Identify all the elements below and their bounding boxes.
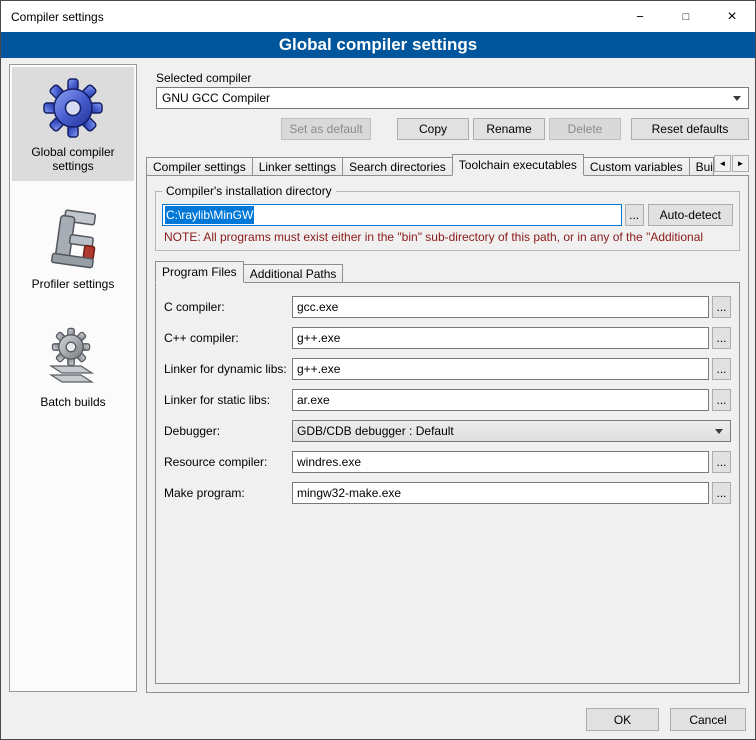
reset-defaults-button[interactable]: Reset defaults: [631, 118, 749, 140]
selected-compiler-label: Selected compiler: [156, 71, 749, 85]
main-panel: Selected compiler GNU GCC Compiler Set a…: [146, 63, 749, 693]
minimize-button[interactable]: −: [617, 1, 663, 32]
static-linker-value: ar.exe: [297, 393, 330, 407]
sidebar-item-global-compiler-settings[interactable]: Global compiler settings: [12, 67, 134, 181]
sidebar-item-profiler-settings[interactable]: Profiler settings: [12, 199, 134, 299]
tab-toolchain-executables[interactable]: Toolchain executables: [452, 154, 584, 176]
cpp-compiler-browse-button[interactable]: ...: [712, 327, 731, 349]
tab-search-directories[interactable]: Search directories: [342, 157, 453, 176]
blue-gear-icon: [41, 75, 105, 139]
make-program-input[interactable]: mingw32-make.exe: [292, 482, 709, 504]
form-row: C compiler: gcc.exe ...: [164, 296, 731, 318]
sidebar-item-label: Global compiler settings: [14, 145, 132, 173]
tab-scroll-arrows: ◄ ►: [714, 155, 749, 172]
settings-tabstrip: Compiler settings Linker settings Search…: [146, 154, 749, 176]
installation-directory-browse-button[interactable]: ...: [625, 204, 644, 226]
tab-custom-variables[interactable]: Custom variables: [583, 157, 690, 176]
minimize-icon: −: [636, 9, 644, 24]
form-row: Debugger: GDB/CDB debugger : Default: [164, 420, 731, 442]
dynamic-linker-browse-button[interactable]: ...: [712, 358, 731, 380]
installation-note: NOTE: All programs must exist either in …: [164, 230, 733, 244]
sidebar-item-label: Batch builds: [40, 395, 105, 409]
dynamic-linker-input[interactable]: g++.exe: [292, 358, 709, 380]
selected-compiler-value: GNU GCC Compiler: [162, 91, 270, 105]
page-title: Global compiler settings: [1, 32, 755, 58]
static-linker-label: Linker for static libs:: [164, 393, 292, 407]
compiler-actions: Set as default Copy Rename Delete Reset …: [156, 118, 749, 140]
settings-sidebar: Global compiler settings Profiler settin…: [9, 64, 137, 692]
auto-detect-button[interactable]: Auto-detect: [648, 204, 733, 226]
window-title: Compiler settings: [1, 1, 617, 32]
cpp-compiler-input[interactable]: g++.exe: [292, 327, 709, 349]
selected-compiler-dropdown[interactable]: GNU GCC Compiler: [156, 87, 749, 109]
close-icon: ×: [727, 8, 736, 26]
tab-program-files[interactable]: Program Files: [155, 261, 244, 283]
cpp-compiler-label: C++ compiler:: [164, 331, 292, 345]
program-files-panel: C compiler: gcc.exe ... C++ compiler: g+…: [155, 282, 740, 684]
dynamic-linker-value: g++.exe: [297, 362, 340, 376]
debugger-value: GDB/CDB debugger : Default: [297, 424, 454, 438]
tab-scroll-right-icon[interactable]: ►: [732, 155, 749, 172]
gray-gear-stack-icon: [41, 325, 105, 389]
copy-button[interactable]: Copy: [397, 118, 469, 140]
tab-build-options[interactable]: Buil: [689, 157, 714, 176]
dynamic-linker-label: Linker for dynamic libs:: [164, 362, 292, 376]
installation-directory-row: C:\raylib\MinGW ... Auto-detect: [162, 204, 733, 226]
program-files-tabstrip: Program Files Additional Paths: [155, 261, 742, 283]
make-program-value: mingw32-make.exe: [297, 486, 401, 500]
sidebar-item-label: Profiler settings: [32, 277, 115, 291]
chevron-down-icon: [733, 96, 741, 101]
installation-directory-group-title: Compiler's installation directory: [162, 184, 336, 198]
form-row: Make program: mingw32-make.exe ...: [164, 482, 731, 504]
debugger-dropdown[interactable]: GDB/CDB debugger : Default: [292, 420, 731, 442]
maximize-button[interactable]: □: [663, 1, 709, 32]
titlebar: Compiler settings − □ ×: [1, 1, 755, 32]
c-compiler-value: gcc.exe: [297, 300, 338, 314]
resource-compiler-value: windres.exe: [297, 455, 361, 469]
tab-additional-paths[interactable]: Additional Paths: [243, 264, 344, 283]
form-row: Linker for static libs: ar.exe ...: [164, 389, 731, 411]
cpp-compiler-value: g++.exe: [297, 331, 340, 345]
close-button[interactable]: ×: [709, 1, 755, 32]
chevron-down-icon: [715, 429, 723, 434]
resource-compiler-input[interactable]: windres.exe: [292, 451, 709, 473]
installation-directory-group: Compiler's installation directory C:\ray…: [155, 191, 740, 251]
installation-directory-value: C:\raylib\MinGW: [165, 206, 254, 224]
c-compiler-input[interactable]: gcc.exe: [292, 296, 709, 318]
form-row: C++ compiler: g++.exe ...: [164, 327, 731, 349]
toolchain-executables-panel: Compiler's installation directory C:\ray…: [146, 175, 749, 693]
ok-button[interactable]: OK: [586, 708, 659, 731]
static-linker-browse-button[interactable]: ...: [712, 389, 731, 411]
compiler-settings-dialog: Compiler settings − □ × Global compiler …: [0, 0, 756, 740]
c-compiler-label: C compiler:: [164, 300, 292, 314]
sidebar-item-batch-builds[interactable]: Batch builds: [12, 317, 134, 417]
make-program-label: Make program:: [164, 486, 292, 500]
make-program-browse-button[interactable]: ...: [712, 482, 731, 504]
rename-button[interactable]: Rename: [473, 118, 545, 140]
installation-directory-input[interactable]: C:\raylib\MinGW: [162, 204, 622, 226]
tab-linker-settings[interactable]: Linker settings: [252, 157, 343, 176]
cancel-button[interactable]: Cancel: [670, 708, 746, 731]
maximize-icon: □: [683, 11, 690, 23]
resource-compiler-browse-button[interactable]: ...: [712, 451, 731, 473]
delete-button[interactable]: Delete: [549, 118, 621, 140]
profiler-tool-icon: [41, 207, 105, 271]
tab-compiler-settings[interactable]: Compiler settings: [146, 157, 253, 176]
resource-compiler-label: Resource compiler:: [164, 455, 292, 469]
set-as-default-button[interactable]: Set as default: [281, 118, 371, 140]
debugger-label: Debugger:: [164, 424, 292, 438]
form-row: Linker for dynamic libs: g++.exe ...: [164, 358, 731, 380]
c-compiler-browse-button[interactable]: ...: [712, 296, 731, 318]
form-row: Resource compiler: windres.exe ...: [164, 451, 731, 473]
static-linker-input[interactable]: ar.exe: [292, 389, 709, 411]
tab-scroll-left-icon[interactable]: ◄: [714, 155, 731, 172]
dialog-footer: OK Cancel: [586, 708, 746, 731]
